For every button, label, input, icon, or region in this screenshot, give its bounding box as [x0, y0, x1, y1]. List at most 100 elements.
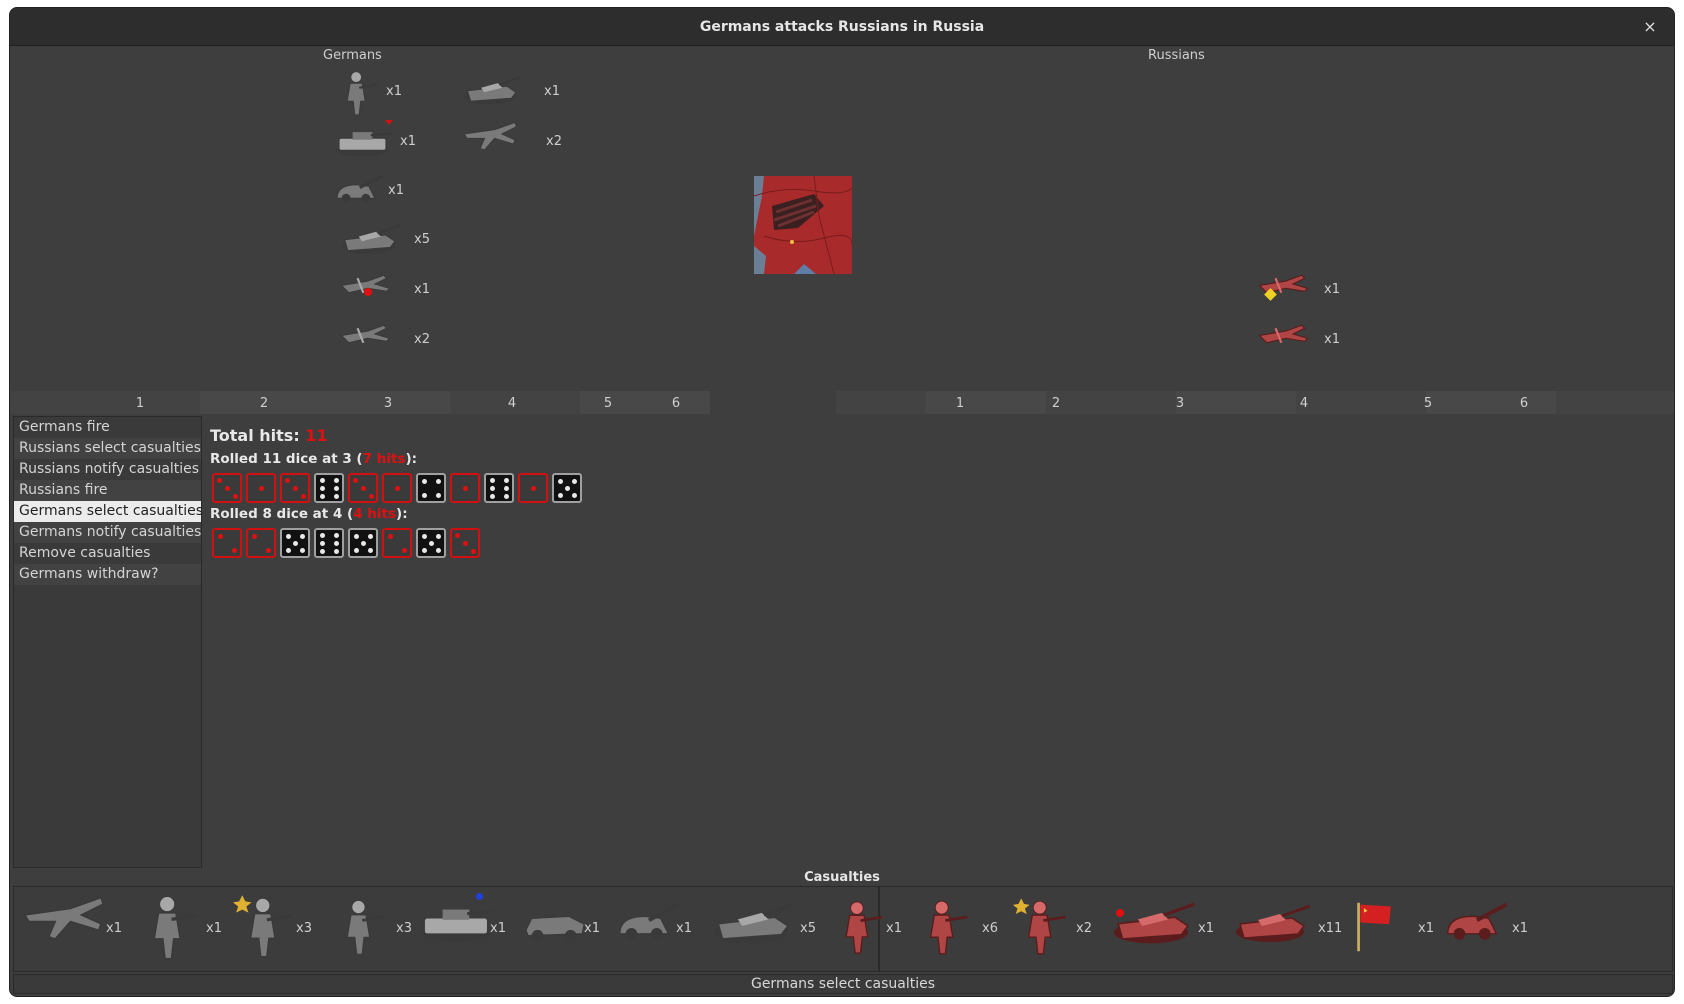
die-pip	[395, 486, 400, 491]
die-pip	[334, 486, 339, 491]
die-6-icon	[314, 528, 344, 558]
battle-step-item[interactable]: Russians select casualties	[14, 438, 201, 459]
casualties-title: Casualties	[804, 870, 880, 885]
battle-step-item[interactable]: Remove casualties	[14, 543, 201, 564]
close-icon[interactable]: ×	[1638, 15, 1662, 39]
battle-step-item[interactable]: Germans select casualties	[14, 501, 203, 522]
russian-casualty-elite-infantry-icon: x6	[914, 891, 1012, 967]
die-pip	[252, 534, 257, 539]
casualty-count: x1	[1512, 921, 1528, 936]
die-pip	[232, 548, 237, 553]
die-pip	[361, 541, 366, 546]
die-pip	[490, 494, 495, 499]
die-pip	[233, 494, 238, 499]
die-pip	[354, 548, 359, 553]
battle-step-item[interactable]: Germans notify casualties	[14, 522, 201, 543]
roll-hits-count: 4 hits	[353, 506, 397, 522]
defender-column-label: 1	[955, 396, 965, 411]
german-unit-count: x1	[414, 282, 430, 297]
column-band	[926, 391, 1046, 414]
roll-summary-text: Rolled 11 dice at 3 (	[210, 451, 363, 467]
die-pip	[368, 548, 373, 553]
german-unit-count: x1	[388, 183, 404, 198]
die-pip	[300, 548, 305, 553]
die-pip	[504, 494, 509, 499]
casualty-count: x5	[800, 921, 816, 936]
die-pip	[455, 533, 460, 538]
casualty-count: x1	[886, 921, 902, 936]
attacker-column-label: 1	[135, 396, 145, 411]
attacker-column-label: 2	[259, 396, 269, 411]
die-pip	[320, 494, 325, 499]
attacker-column-label: 5	[603, 396, 613, 411]
die-6-icon	[484, 473, 514, 503]
russian-casualty-tank-icon: x11	[1232, 891, 1348, 967]
german-casualty-marine-icon: x3	[232, 891, 326, 967]
german-casualty-infantry-icon: x3	[330, 891, 426, 967]
roll-hits-count: 7 hits	[362, 451, 406, 467]
die-pip	[301, 494, 306, 499]
damage-dot-icon	[364, 288, 372, 296]
german-unit-count: x2	[414, 332, 430, 347]
die-5-icon	[280, 528, 310, 558]
status-dot-icon	[1116, 909, 1124, 917]
casualty-count: x1	[490, 921, 506, 936]
damage-marker-icon	[385, 120, 393, 125]
column-band	[836, 391, 926, 414]
die-4-icon	[416, 473, 446, 503]
die-pip	[388, 534, 393, 539]
dice-row	[212, 473, 582, 503]
casualty-count: x3	[296, 921, 312, 936]
status-dot-icon	[476, 893, 483, 900]
german-unit-count: x1	[386, 84, 402, 99]
die-pip	[471, 549, 476, 554]
die-pip	[422, 493, 427, 498]
casualty-count: x11	[1318, 921, 1343, 936]
die-2-icon	[212, 528, 242, 558]
german-unit-tiger-tank-icon	[323, 120, 405, 170]
window-title: Germans attacks Russians in Russia	[699, 19, 985, 35]
casualty-count: x2	[1076, 921, 1092, 936]
die-pip	[266, 548, 271, 553]
battle-step-item[interactable]: Germans fire	[14, 417, 201, 438]
roll-summary-suffix: ):	[396, 506, 408, 522]
die-pip	[369, 494, 374, 499]
battle-steps-list[interactable]: Germans fire Russians select casualties Ru…	[13, 416, 203, 868]
russian-unit-count: x1	[1324, 282, 1340, 297]
die-6-icon	[314, 473, 344, 503]
defender-column-label: 4	[1299, 396, 1309, 411]
german-unit-tank-icon	[326, 216, 412, 268]
german-unit-count: x2	[546, 134, 562, 149]
die-1-icon	[518, 473, 548, 503]
die-pip	[436, 548, 441, 553]
die-2-icon	[246, 528, 276, 558]
german-casualty-artillery-icon: x1	[610, 891, 706, 967]
die-pip	[361, 486, 366, 491]
roll-summary: Rolled 11 dice at 3 (7 hits):	[210, 451, 417, 467]
german-unit-artillery-icon	[323, 168, 395, 218]
die-pip	[436, 493, 441, 498]
die-pip	[558, 479, 563, 484]
die-3-icon	[212, 473, 242, 503]
die-pip	[422, 534, 427, 539]
die-pip	[436, 534, 441, 539]
die-pip	[565, 486, 570, 491]
die-pip	[285, 478, 290, 483]
casualty-count: x1	[206, 921, 222, 936]
russian-unit-fighter-icon	[1246, 318, 1324, 366]
dice-row	[212, 528, 480, 558]
attacker-column-label: 6	[671, 396, 681, 411]
battle-step-item[interactable]: Germans withdraw?	[14, 564, 201, 585]
german-unit-count: x5	[414, 232, 430, 247]
russian-unit-count: x1	[1324, 332, 1340, 347]
attacker-label: Germans	[323, 48, 382, 63]
die-pip	[490, 486, 495, 491]
die-1-icon	[382, 473, 412, 503]
die-pip	[334, 549, 339, 554]
casualty-count: x1	[1418, 921, 1434, 936]
battle-step-item[interactable]: Russians fire	[14, 480, 201, 501]
title-bar: Germans attacks Russians in Russia ×	[10, 8, 1674, 46]
die-pip	[286, 548, 291, 553]
battle-step-item[interactable]: Russians notify casualties	[14, 459, 201, 480]
german-casualty-bomber-icon: x1	[22, 891, 136, 967]
